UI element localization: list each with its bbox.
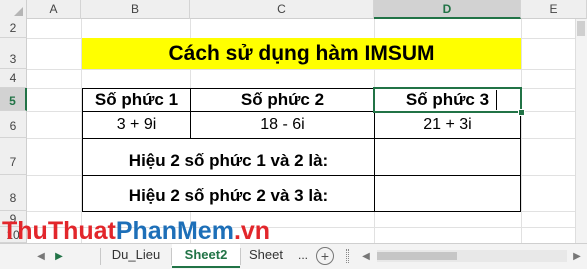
- column-header-a[interactable]: A: [27, 0, 81, 19]
- cell-d8[interactable]: [374, 175, 521, 212]
- gridline: [27, 69, 587, 70]
- watermark-part3: .vn: [233, 217, 271, 245]
- row-header-3[interactable]: 3: [0, 38, 27, 69]
- vertical-scrollbar[interactable]: [575, 19, 587, 243]
- watermark-part1: ThuThuat: [2, 217, 116, 245]
- value-complex-2: 18 - 6i: [260, 116, 305, 133]
- next-sheet-icon[interactable]: ▶: [50, 248, 68, 266]
- row-header-7[interactable]: 7: [0, 138, 27, 175]
- cell-b7-merged[interactable]: Hiệu 2 số phức 1 và 2 là:: [82, 138, 375, 176]
- cell-b8-merged[interactable]: Hiệu 2 số phức 2 và 3 là:: [82, 175, 375, 212]
- column-header-b[interactable]: B: [81, 0, 190, 19]
- add-sheet-icon[interactable]: +: [316, 247, 334, 265]
- active-cell-selection[interactable]: [373, 87, 522, 113]
- column-header-e[interactable]: E: [521, 0, 587, 19]
- header-complex-2: Số phức 2: [240, 90, 325, 109]
- horizontal-scrollbar-track[interactable]: [377, 250, 567, 262]
- gridline: [521, 19, 522, 243]
- column-header-d[interactable]: D: [374, 0, 521, 19]
- select-all-corner[interactable]: [0, 0, 27, 19]
- header-complex-1: Số phức 1: [94, 90, 179, 109]
- column-header-bar: A B C D E: [27, 0, 587, 19]
- row-header-2[interactable]: 2: [0, 19, 27, 38]
- cell-b5[interactable]: Số phức 1: [82, 88, 191, 112]
- more-tabs-button[interactable]: ...: [293, 244, 313, 268]
- label-diff-2-3: Hiệu 2 số phức 2 và 3 là:: [128, 186, 329, 205]
- tab-sheet[interactable]: Sheet: [241, 244, 291, 268]
- cell-c5[interactable]: Số phức 2: [190, 88, 375, 112]
- cell-b6[interactable]: 3 + 9i: [82, 111, 191, 139]
- row-header-4[interactable]: 4: [0, 69, 27, 88]
- cell-d7[interactable]: [374, 138, 521, 176]
- tab-sheet2[interactable]: Sheet2: [172, 244, 240, 268]
- row-header-8[interactable]: 8: [0, 175, 27, 211]
- sheet-tab-bar: ◀ ▶ Du_Lieu Sheet2 Sheet ... + ◀ ▶: [0, 243, 587, 269]
- fill-handle[interactable]: [518, 109, 525, 116]
- select-all-triangle-icon: [14, 7, 23, 16]
- watermark-logo: ThuThuatPhanMem.vn: [2, 217, 270, 246]
- hscroll-left-icon[interactable]: ◀: [357, 248, 375, 266]
- cell-d6[interactable]: 21 + 3i: [374, 111, 521, 139]
- previous-sheet-icon[interactable]: ◀: [32, 248, 50, 266]
- value-complex-3: 21 + 3i: [423, 116, 472, 133]
- vertical-scrollbar-thumb[interactable]: [577, 21, 585, 36]
- row-header-6[interactable]: 6: [0, 111, 27, 138]
- tab-splitter-handle[interactable]: [346, 249, 349, 263]
- sheet-title: Cách sử dụng hàm IMSUM: [168, 42, 435, 65]
- row-header-5[interactable]: 5: [0, 88, 27, 111]
- horizontal-scrollbar-thumb[interactable]: [377, 252, 457, 260]
- text-cursor: [496, 90, 497, 110]
- value-complex-1: 3 + 9i: [116, 116, 157, 133]
- column-header-c[interactable]: C: [190, 0, 374, 19]
- tab-du-lieu[interactable]: Du_Lieu: [101, 244, 171, 268]
- hscroll-right-icon[interactable]: ▶: [568, 248, 586, 266]
- watermark-part2: PhanMem: [115, 217, 234, 245]
- cell-c6[interactable]: 18 - 6i: [190, 111, 375, 139]
- title-cell[interactable]: Cách sử dụng hàm IMSUM: [82, 38, 521, 69]
